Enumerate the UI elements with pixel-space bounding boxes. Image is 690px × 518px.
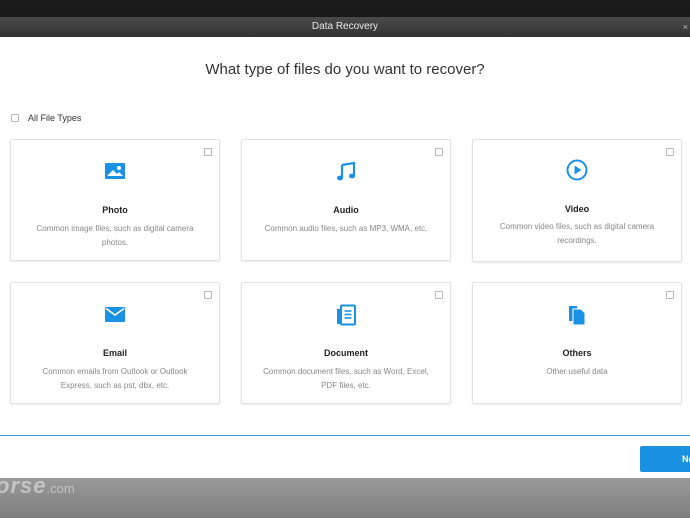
card-title: Document [323,348,368,358]
card-title: Photo [102,205,128,215]
card-description: Other useful data [546,367,608,376]
card-title: Video [564,204,590,214]
card-audio[interactable]: Audio Common audio files, such as MP3, W… [241,139,451,261]
card-description: Common audio files, such as MP3, WMA, et… [264,224,428,233]
document-checkbox[interactable] [435,291,443,299]
files-icon [473,304,681,326]
card-description: Common emails from Outlook or Outlook Ex… [42,367,188,390]
desktop-background-top [0,0,690,17]
document-icon [242,304,450,326]
data-recovery-window: Data Recovery × What type of files do yo… [0,17,690,478]
music-note-icon [242,161,450,183]
card-others[interactable]: Others Other useful data [472,282,682,404]
envelope-icon [11,304,219,326]
video-checkbox[interactable] [666,148,674,156]
play-circle-icon [473,159,681,181]
close-icon[interactable]: × [683,17,688,37]
card-document[interactable]: Document Common document files, such as … [241,282,451,404]
footer-divider [0,435,690,436]
card-description: Common document files, such as Word, Exc… [263,367,429,390]
page-title: What type of files do you want to recove… [205,61,485,78]
photo-checkbox[interactable] [204,148,212,156]
all-file-types-label: All File Types [28,113,82,123]
all-file-types-option[interactable]: All File Types [11,113,81,123]
desktop-background-bottom [0,478,690,518]
window-titlebar[interactable]: Data Recovery × [0,17,690,37]
card-title: Others [562,348,592,358]
card-description: Common video files, such as digital came… [499,222,655,245]
others-checkbox[interactable] [666,291,674,299]
window-title: Data Recovery [311,21,379,32]
image-icon [11,161,219,183]
all-file-types-checkbox[interactable] [11,114,19,122]
audio-checkbox[interactable] [435,148,443,156]
card-photo[interactable]: Photo Common image files, such as digita… [10,139,220,261]
card-email[interactable]: Email Common emails from Outlook or Outl… [10,282,220,404]
email-checkbox[interactable] [204,291,212,299]
card-title: Email [102,348,127,358]
card-title: Audio [333,205,359,215]
card-description: Common image files, such as digital came… [36,224,194,247]
card-video[interactable]: Video Common video files, such as digita… [472,139,682,262]
watermark-logo: orse.com [0,473,75,499]
watermark-suffix: .com [46,481,75,496]
next-button[interactable]: Ne [640,446,690,472]
watermark-main: orse [0,473,47,498]
